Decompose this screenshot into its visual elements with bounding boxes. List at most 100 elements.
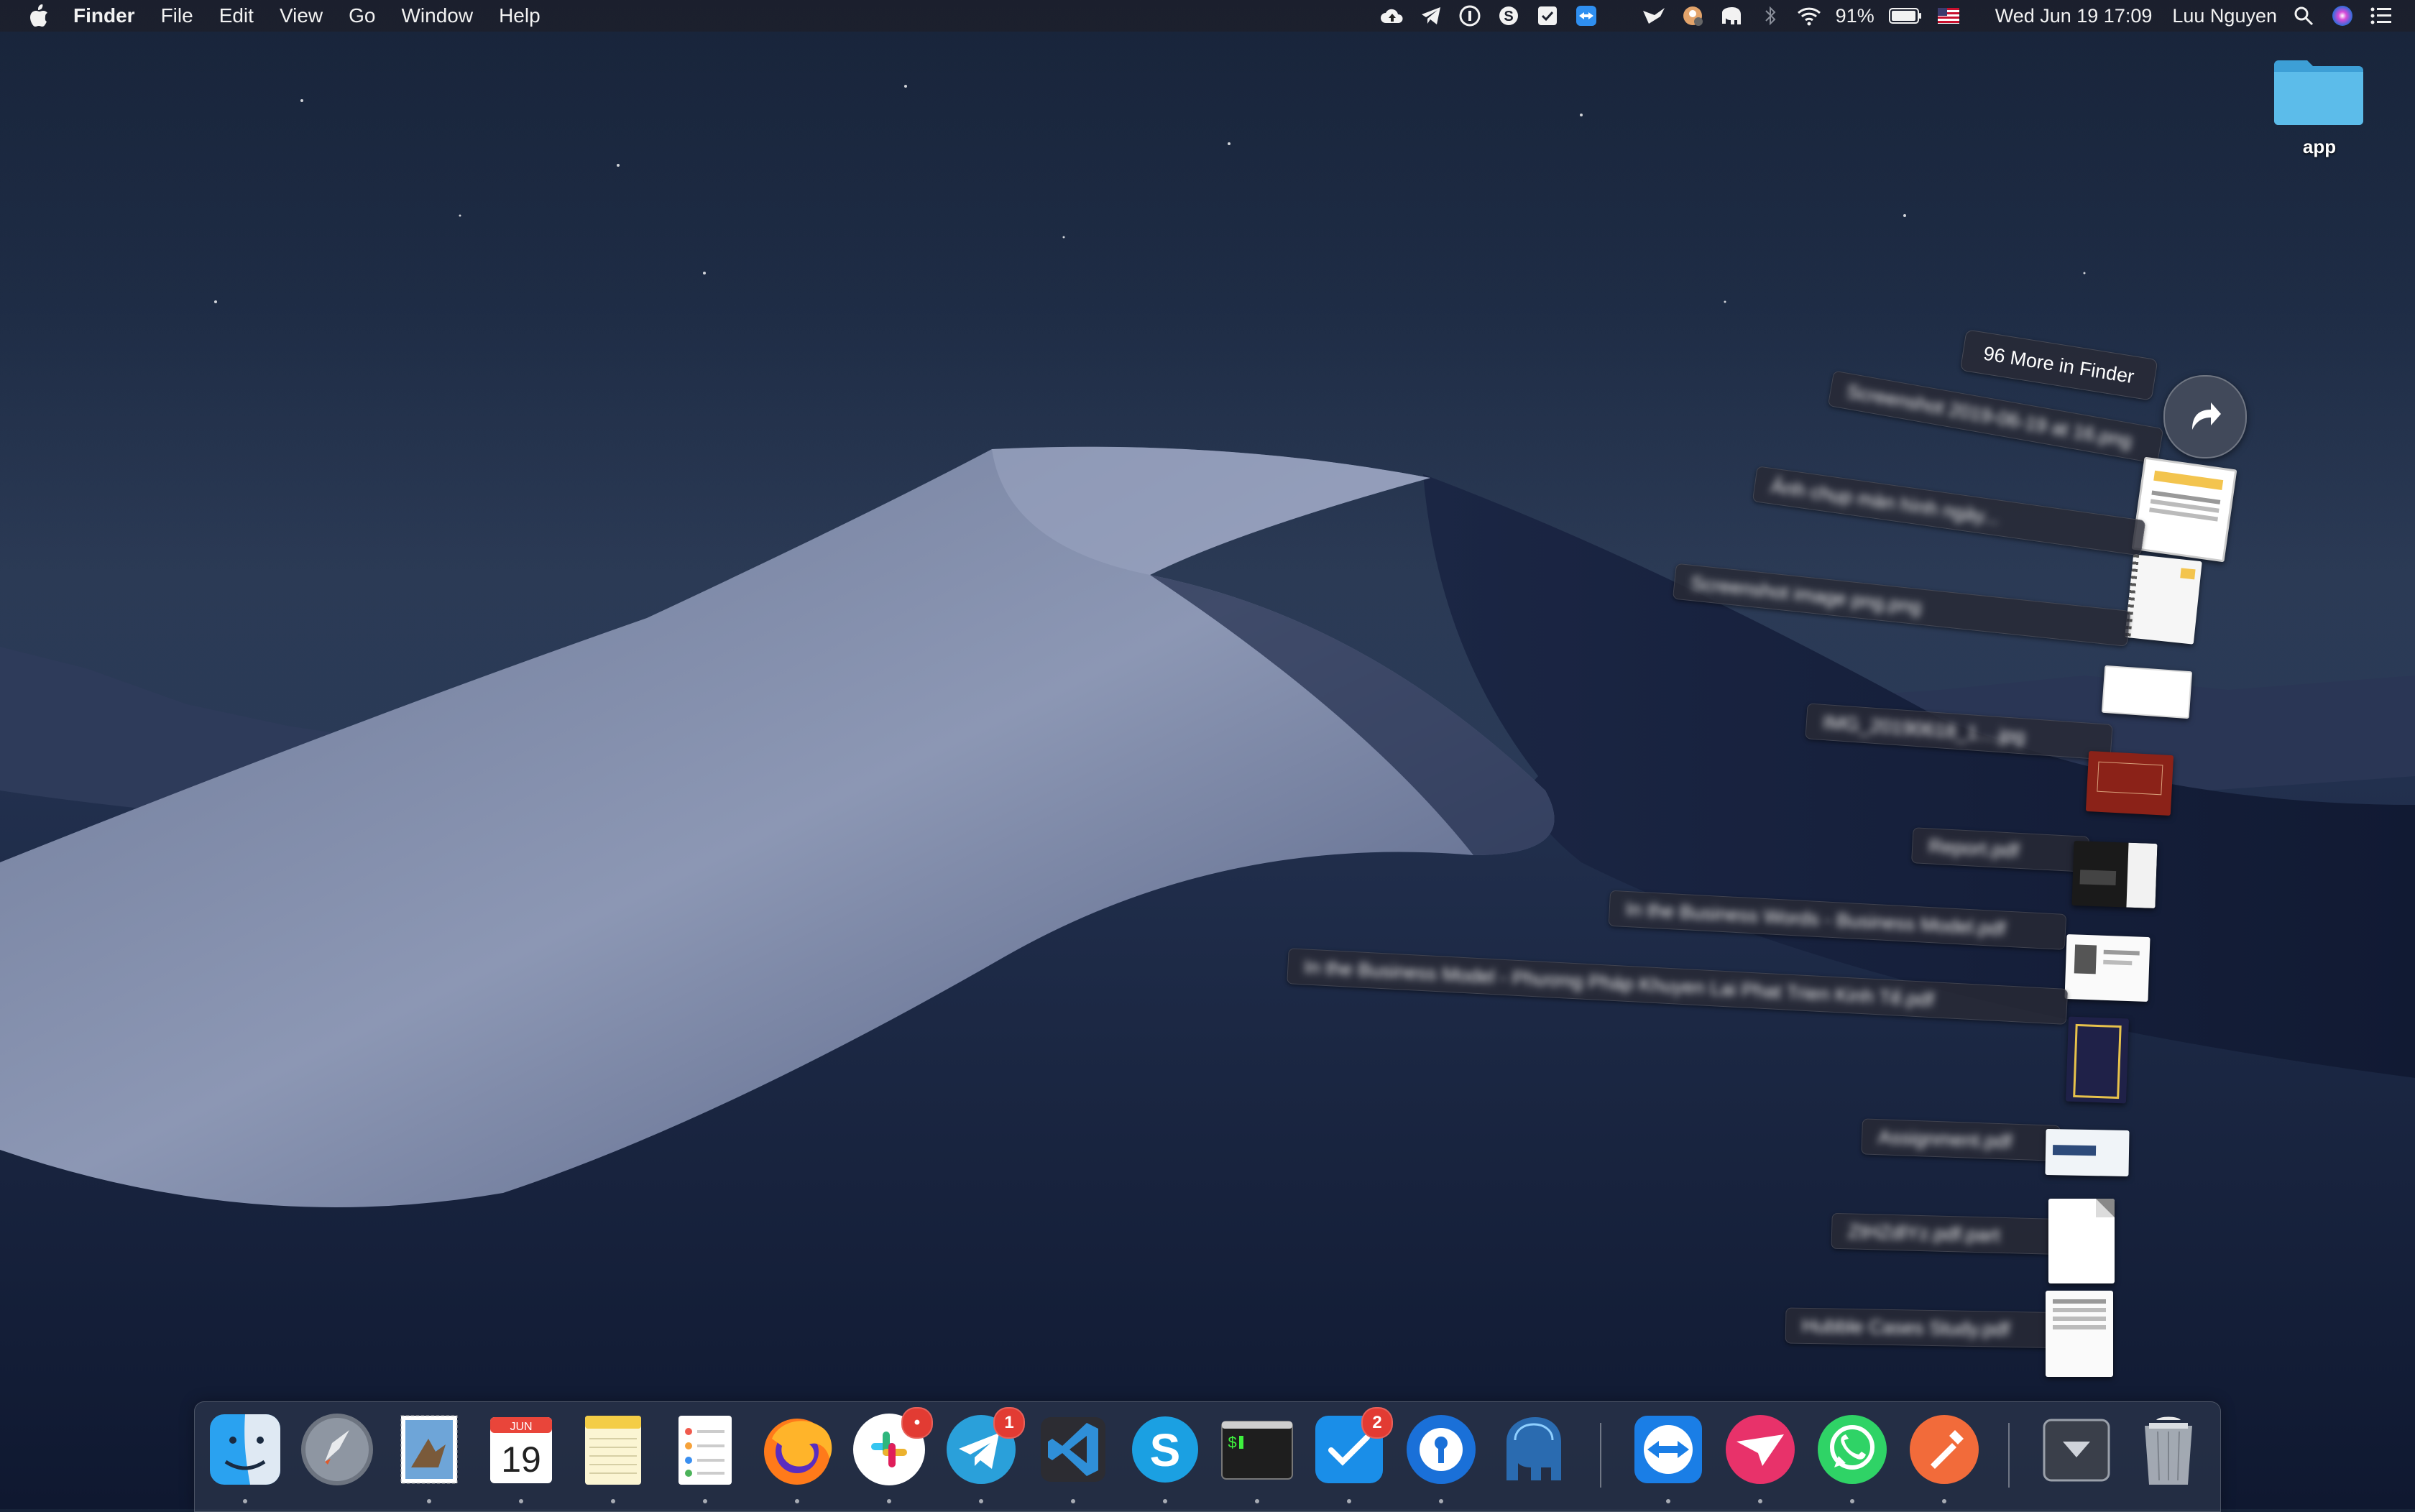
stack-item-label[interactable]: ZtHZdlYz.pdf.part — [1831, 1212, 2059, 1255]
stack-item-thumbnail[interactable] — [2131, 456, 2237, 563]
notes-icon — [585, 1416, 641, 1485]
notification-center-icon[interactable] — [2369, 4, 2393, 28]
dock-postman[interactable] — [1905, 1410, 1984, 1489]
dock-separator — [2008, 1423, 2010, 1488]
menu-window[interactable]: Window — [401, 4, 473, 27]
running-indicator — [1347, 1499, 1351, 1503]
apple-menu-icon[interactable] — [29, 4, 49, 27]
running-indicator — [243, 1499, 247, 1503]
dock-separator — [1600, 1423, 1601, 1488]
telegram-badge: 1 — [993, 1407, 1025, 1439]
elephant-icon[interactable] — [1719, 4, 1744, 28]
firefox-icon — [764, 1419, 832, 1485]
chevron-down-icon — [2043, 1419, 2110, 1482]
things-badge: 2 — [1361, 1407, 1393, 1439]
stack-item-thumbnail[interactable] — [2046, 1291, 2113, 1377]
dock-telegram[interactable]: 1 — [942, 1407, 1025, 1489]
calendar-icon: JUN 19 — [490, 1417, 552, 1483]
menu-view[interactable]: View — [280, 4, 323, 27]
menu-edit[interactable]: Edit — [219, 4, 254, 27]
stack-item-thumbnail[interactable] — [2064, 934, 2150, 1002]
calendar-day: 19 — [501, 1439, 541, 1480]
battery-icon[interactable] — [1888, 4, 1922, 28]
dock-launchpad[interactable] — [298, 1410, 377, 1489]
running-indicator — [1255, 1499, 1259, 1503]
stack-item-thumbnail[interactable] — [2071, 841, 2158, 908]
dock-firefox[interactable] — [758, 1410, 837, 1489]
dock-whatsapp[interactable] — [1813, 1410, 1892, 1489]
svg-text:S: S — [1504, 9, 1513, 24]
skype-status-icon[interactable]: S — [1496, 4, 1521, 28]
battery-percentage[interactable]: 91% — [1836, 5, 1874, 27]
running-indicator — [1942, 1499, 1946, 1503]
stack-item-thumbnail[interactable] — [2125, 554, 2202, 645]
dock-finder[interactable] — [206, 1410, 285, 1489]
stack-item-label[interactable]: Assignment.pdf — [1861, 1118, 2061, 1161]
menu-clock[interactable]: Wed Jun 19 17:09 — [1995, 5, 2153, 27]
running-indicator — [1666, 1499, 1670, 1503]
dock-reminders[interactable] — [666, 1410, 745, 1489]
running-indicator — [979, 1499, 983, 1503]
stack-item-thumbnail[interactable] — [2045, 1128, 2130, 1177]
cloud-upload-icon[interactable] — [1380, 4, 1404, 28]
running-indicator — [519, 1499, 523, 1503]
stack-item-thumbnail[interactable] — [2101, 665, 2193, 719]
stack-item-thumbnail[interactable] — [2048, 1199, 2115, 1283]
dock-mail[interactable] — [390, 1410, 469, 1489]
calendar-month: JUN — [510, 1421, 532, 1433]
menu-user-name[interactable]: Luu Nguyen — [2172, 5, 2277, 27]
dock-skype[interactable]: S — [1126, 1410, 1205, 1489]
avatar-status-icon[interactable] — [1680, 4, 1705, 28]
dock-trash[interactable] — [2129, 1410, 2208, 1489]
running-indicator — [1163, 1499, 1167, 1503]
running-indicator — [795, 1499, 799, 1503]
1password-icon — [1407, 1415, 1476, 1484]
slack-badge: • — [901, 1407, 933, 1439]
svg-text:S: S — [1150, 1424, 1181, 1476]
dock-airmail[interactable] — [1721, 1410, 1800, 1489]
stack-item-thumbnail[interactable] — [2065, 1016, 2130, 1104]
running-indicator — [427, 1499, 431, 1503]
terminal-prompt: $ — [1228, 1434, 1237, 1452]
siri-icon[interactable] — [2330, 4, 2355, 28]
mail-stamp-icon — [400, 1415, 458, 1484]
elephant-app-icon — [1506, 1417, 1561, 1480]
menu-file[interactable]: File — [161, 4, 193, 27]
rocket-icon — [301, 1414, 373, 1485]
vscode-icon — [1041, 1417, 1105, 1482]
dock-calendar[interactable]: JUN 19 — [482, 1410, 561, 1489]
dock-terminal[interactable]: $ — [1218, 1410, 1297, 1489]
dock-slack[interactable]: • — [850, 1407, 933, 1489]
dock-1password[interactable] — [1402, 1410, 1481, 1489]
desktop-folder-label: app — [2302, 136, 2337, 157]
dock-notes[interactable] — [574, 1410, 653, 1489]
bird-icon[interactable] — [1642, 4, 1666, 28]
running-indicator — [703, 1499, 707, 1503]
teamviewer-status-icon[interactable] — [1574, 4, 1598, 28]
reminders-icon — [678, 1416, 732, 1485]
bluetooth-icon[interactable] — [1758, 4, 1782, 28]
us-flag-icon[interactable] — [1936, 4, 1961, 28]
dock-teamviewer[interactable] — [1629, 1410, 1708, 1489]
running-indicator — [1758, 1499, 1762, 1503]
telegram-status-icon[interactable] — [1419, 4, 1443, 28]
menu-go[interactable]: Go — [349, 4, 375, 27]
wifi-icon[interactable] — [1797, 4, 1821, 28]
tick-status-icon[interactable] — [1535, 4, 1560, 28]
menu-help[interactable]: Help — [499, 4, 540, 27]
dock-downloads-stack[interactable] — [2037, 1410, 2116, 1489]
dock-vscode[interactable] — [1034, 1410, 1113, 1489]
spotlight-icon[interactable] — [2291, 4, 2316, 28]
open-in-finder-button[interactable] — [2163, 375, 2247, 458]
dock-tableplus[interactable] — [1494, 1410, 1573, 1489]
dock-things[interactable]: 2 — [1310, 1407, 1393, 1489]
trash-icon — [2145, 1416, 2192, 1485]
desktop-folder-app[interactable]: app — [2273, 53, 2366, 158]
running-indicator — [1439, 1499, 1443, 1503]
airmail-icon — [1726, 1415, 1795, 1484]
stack-item-label[interactable]: Hubble Cases Study.pdf — [1785, 1307, 2056, 1348]
whatsapp-icon — [1818, 1415, 1887, 1484]
menu-app-name[interactable]: Finder — [73, 4, 135, 27]
stack-item-thumbnail[interactable] — [2085, 750, 2174, 816]
onepassword-icon[interactable] — [1458, 4, 1482, 28]
